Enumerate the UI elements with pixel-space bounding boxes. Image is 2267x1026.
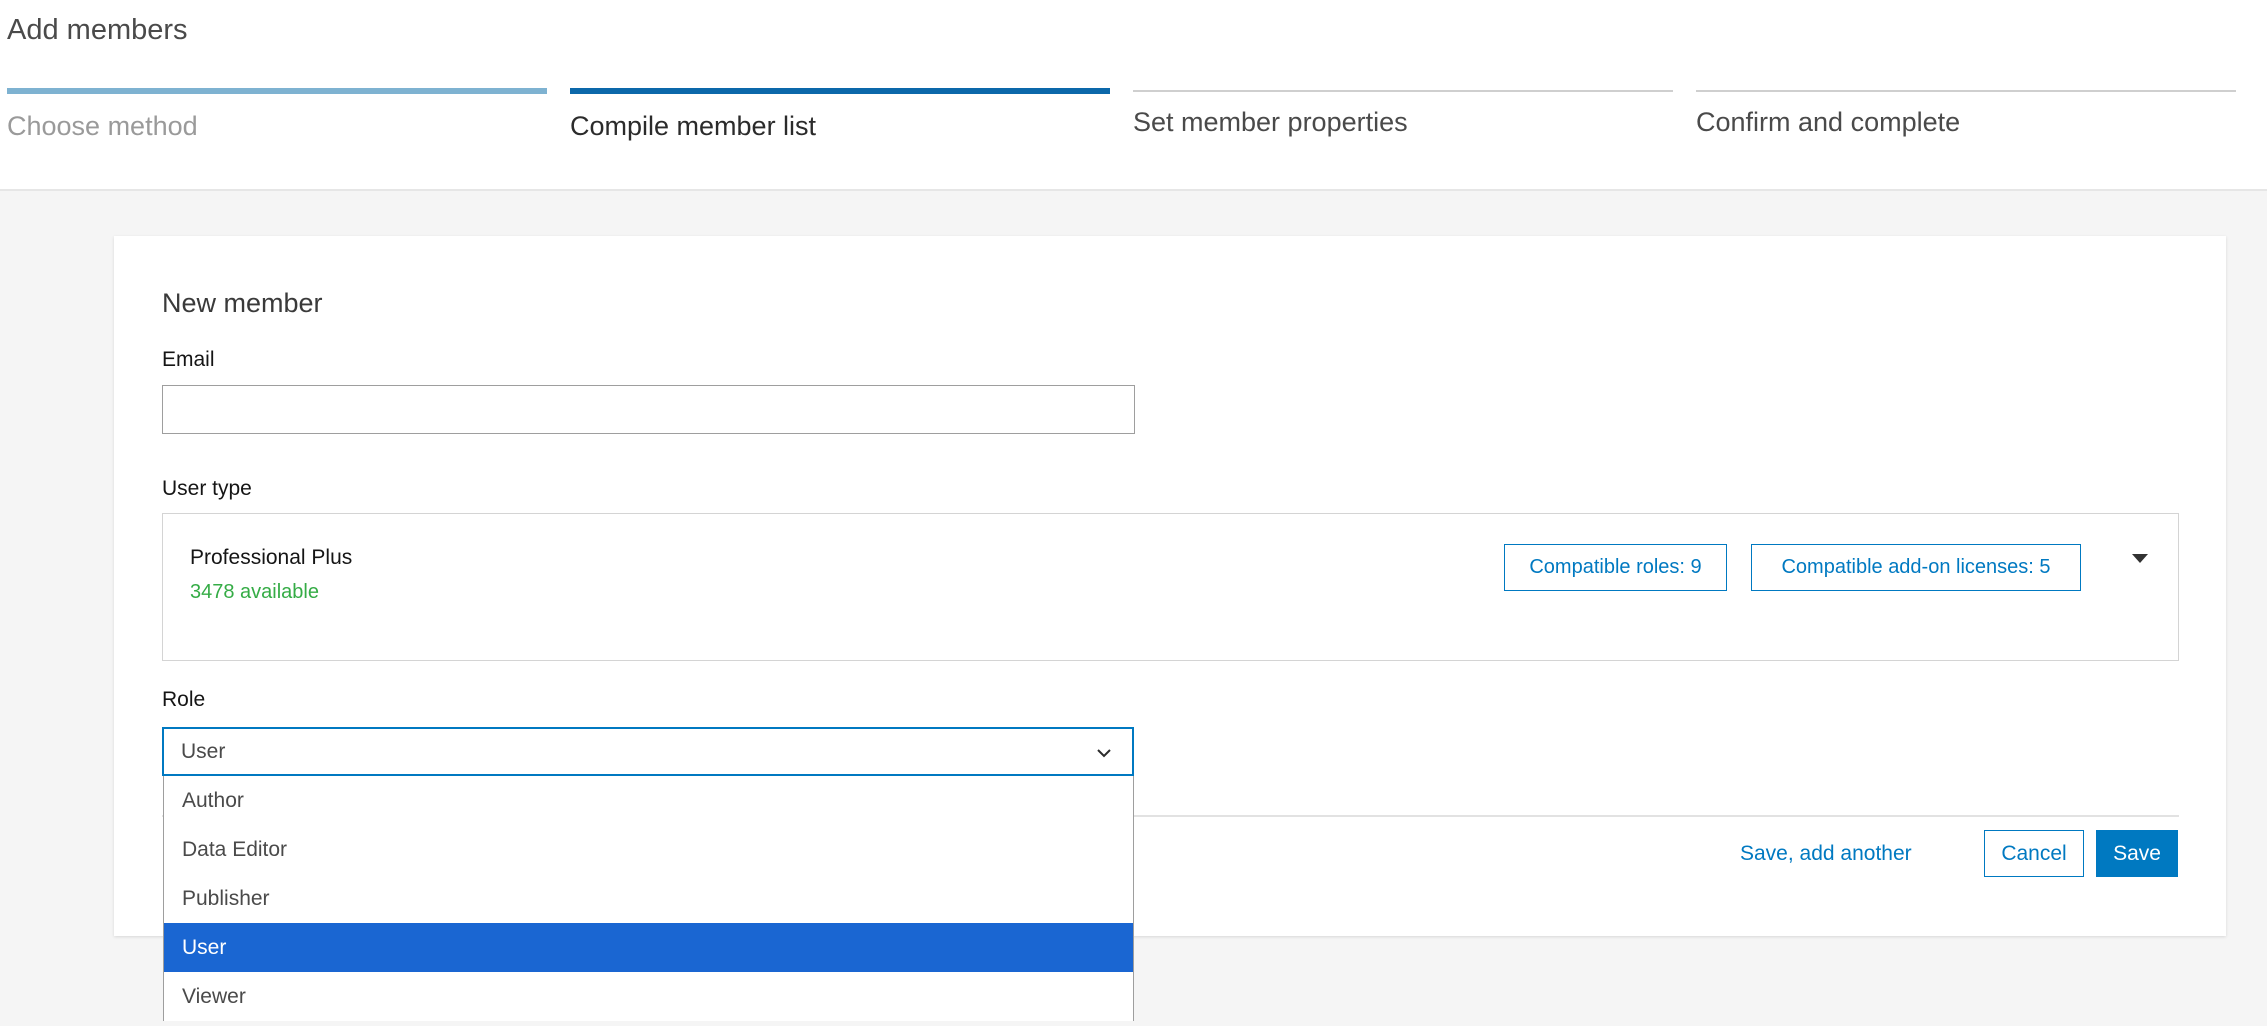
- role-selected-value: User: [181, 740, 226, 763]
- step-set-member-properties: Set member properties: [1133, 90, 1673, 138]
- step-progress-bar: [1133, 90, 1673, 92]
- role-option-data-editor[interactable]: Data Editor: [164, 825, 1133, 874]
- step-progress-bar: [7, 88, 547, 94]
- chevron-down-icon: [1097, 749, 1111, 758]
- role-option-author[interactable]: Author: [164, 776, 1133, 825]
- caret-down-icon[interactable]: [2132, 554, 2148, 563]
- user-type-label: User type: [162, 477, 252, 500]
- user-type-selector[interactable]: Professional Plus 3478 available Compati…: [162, 513, 2179, 661]
- role-select[interactable]: User: [162, 727, 1134, 776]
- step-confirm-and-complete: Confirm and complete: [1696, 90, 2236, 138]
- step-label: Set member properties: [1133, 107, 1408, 137]
- page-title: Add members: [7, 14, 188, 46]
- compatible-roles-button[interactable]: Compatible roles: 9: [1504, 544, 1727, 591]
- step-progress-bar: [570, 88, 1110, 94]
- step-label: Compile member list: [570, 111, 817, 141]
- step-compile-member-list[interactable]: Compile member list: [570, 88, 1110, 142]
- role-option-publisher[interactable]: Publisher: [164, 874, 1133, 923]
- save-button[interactable]: Save: [2096, 830, 2178, 877]
- step-progress-bar: [1696, 90, 2236, 92]
- user-type-availability: 3478 available: [190, 581, 319, 603]
- page-header: Add members Choose method Compile member…: [0, 0, 2267, 191]
- step-label: Confirm and complete: [1696, 107, 1961, 137]
- role-dropdown-list: Author Data Editor Publisher User Viewer: [163, 776, 1134, 1021]
- role-label: Role: [162, 688, 206, 711]
- step-label: Choose method: [7, 111, 198, 141]
- role-option-viewer[interactable]: Viewer: [164, 972, 1133, 1021]
- step-choose-method[interactable]: Choose method: [7, 88, 547, 142]
- compatible-addons-button[interactable]: Compatible add-on licenses: 5: [1751, 544, 2081, 591]
- email-label: Email: [162, 348, 215, 371]
- role-option-user[interactable]: User: [164, 923, 1133, 972]
- user-type-name: Professional Plus: [190, 546, 353, 569]
- save-add-another-button[interactable]: Save, add another: [1728, 830, 1924, 877]
- cancel-button[interactable]: Cancel: [1984, 830, 2084, 877]
- email-field[interactable]: [162, 385, 1135, 434]
- card-title: New member: [162, 288, 323, 318]
